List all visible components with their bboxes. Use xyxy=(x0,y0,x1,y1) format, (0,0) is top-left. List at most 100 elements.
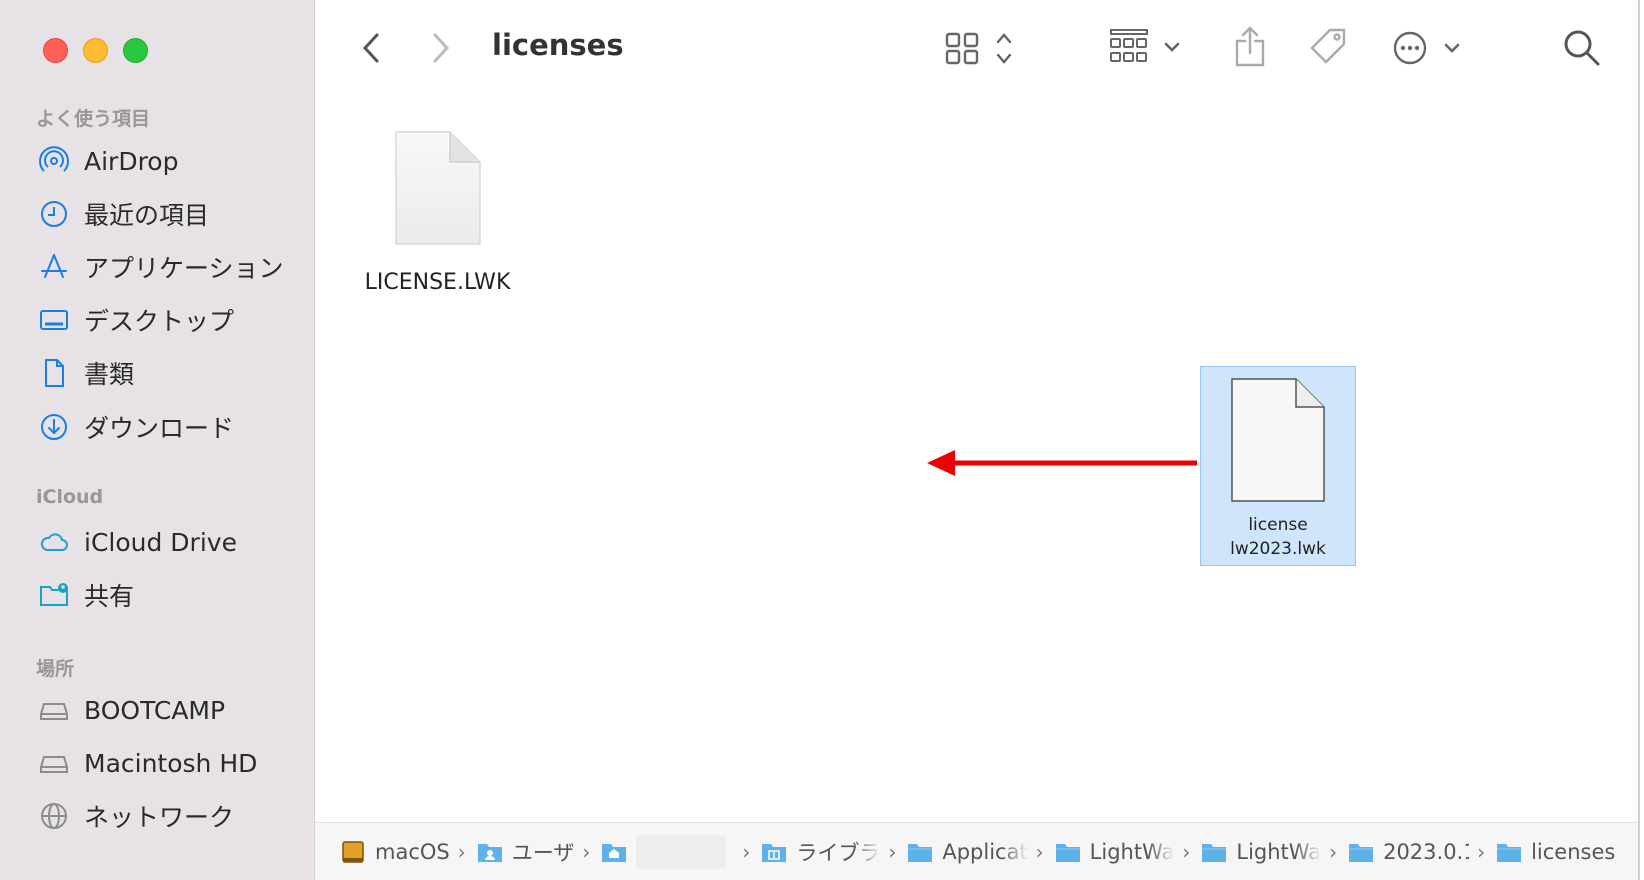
search-icon xyxy=(1564,30,1600,66)
finder-window: よく使う項目 AirDrop 最近の項目 アプリケーション デスクトップ 書類 … xyxy=(0,0,1640,880)
file-name-line: license xyxy=(1248,515,1308,535)
home-folder-icon xyxy=(602,843,627,862)
chevron-right-icon: › xyxy=(1477,839,1486,864)
sidebar-item-network[interactable]: ネットワーク xyxy=(36,793,306,839)
path-bar: macOS › ユーザ › › ライブラ › Applicat › LightW… xyxy=(315,822,1638,880)
sidebar-item-label: AirDrop xyxy=(84,146,179,176)
toolbar: licenses xyxy=(315,0,1638,100)
applications-icon xyxy=(36,249,72,285)
path-item-label: LightWa xyxy=(1089,839,1175,864)
sidebar-item-label: BOOTCAMP xyxy=(84,695,226,725)
path-item[interactable]: LightWa xyxy=(1054,839,1175,864)
sidebar-item-macintosh-hd[interactable]: Macintosh HD xyxy=(36,740,306,786)
path-item[interactable] xyxy=(600,834,734,869)
sidebar-item-label: デスクトップ xyxy=(84,307,235,336)
cloud-icon xyxy=(36,524,72,560)
tag-button[interactable] xyxy=(1307,24,1351,70)
chevron-right-icon: › xyxy=(582,839,591,864)
file-name: LICENSE.LWK xyxy=(364,270,511,295)
path-item[interactable]: ユーザ xyxy=(476,837,575,867)
sidebar-item-label: 最近の項目 xyxy=(84,201,210,230)
locations-section-label: 場所 xyxy=(36,658,75,680)
close-button[interactable] xyxy=(43,38,68,63)
download-icon xyxy=(36,409,72,445)
sidebar-item-applications[interactable]: アプリケーション xyxy=(36,244,306,290)
chevron-down-icon xyxy=(1444,43,1460,53)
minimize-button[interactable] xyxy=(83,38,108,63)
icloud-section-label: iCloud xyxy=(36,486,104,508)
drive-icon xyxy=(36,692,72,728)
back-button[interactable] xyxy=(355,30,387,66)
forward-button[interactable] xyxy=(425,30,457,66)
sidebar-item-icloud-drive[interactable]: iCloud Drive xyxy=(36,519,306,565)
path-item-label: macOS xyxy=(375,839,450,864)
sidebar-item-label: iCloud Drive xyxy=(84,527,237,557)
folder-icon xyxy=(908,843,933,862)
path-item[interactable]: Applicat xyxy=(906,839,1028,864)
drive-icon xyxy=(36,745,72,781)
shared-folder-icon xyxy=(36,577,72,613)
path-item-label: ライブラ xyxy=(796,840,881,865)
path-item-label: Applicat xyxy=(942,839,1028,864)
file-name-line: lw2023.lwk xyxy=(1230,539,1326,559)
disk-icon xyxy=(342,840,364,863)
sidebar-item-shared[interactable]: 共有 xyxy=(36,572,306,618)
sidebar-item-label: ネットワーク xyxy=(84,803,235,832)
generic-document-icon xyxy=(1231,378,1325,502)
chevron-right-icon: › xyxy=(1182,839,1191,864)
file-item-selected[interactable]: license lw2023.lwk xyxy=(1200,366,1356,566)
document-icon xyxy=(36,355,72,391)
zoom-button[interactable] xyxy=(123,38,148,63)
share-button[interactable] xyxy=(1230,24,1270,70)
window-title: licenses xyxy=(492,28,624,62)
path-item-label: ユーザ xyxy=(511,840,575,865)
file-item[interactable]: LICENSE.LWK xyxy=(355,130,520,295)
sidebar-item-label: 書類 xyxy=(84,360,135,389)
group-button[interactable] xyxy=(1108,26,1188,70)
search-button[interactable] xyxy=(1560,26,1604,70)
path-item[interactable]: 2023.0.1 xyxy=(1347,840,1469,864)
sidebar-item-label: 共有 xyxy=(84,582,135,611)
redacted-username xyxy=(636,834,727,869)
path-item[interactable]: licenses xyxy=(1495,840,1615,864)
sidebar-item-desktop[interactable]: デスクトップ xyxy=(36,297,306,343)
sidebar-item-airdrop[interactable]: AirDrop xyxy=(36,138,306,184)
sidebar-item-documents[interactable]: 書類 xyxy=(36,350,306,396)
desktop-icon xyxy=(36,302,72,338)
chevron-down-icon xyxy=(1164,42,1180,52)
chevron-right-icon: › xyxy=(457,839,466,864)
users-folder-icon xyxy=(477,843,502,862)
path-item[interactable]: LightWa xyxy=(1200,840,1321,864)
path-item-label: LightWa xyxy=(1236,839,1322,864)
path-item[interactable]: ライブラ xyxy=(760,837,880,867)
ellipsis-circle-icon xyxy=(1393,31,1427,65)
file-browser: LICENSE.LWK license lw2023.lwk xyxy=(315,100,1638,822)
chevron-right-icon: › xyxy=(1329,839,1338,864)
more-actions-button[interactable] xyxy=(1390,26,1470,70)
chevron-right-icon xyxy=(433,33,450,63)
folder-icon xyxy=(1055,843,1080,862)
network-icon xyxy=(36,798,72,834)
share-icon xyxy=(1235,26,1265,67)
folder-icon xyxy=(1202,843,1227,862)
window-controls xyxy=(43,38,148,63)
red-arrow-annotation xyxy=(927,450,1197,476)
chevron-right-icon: › xyxy=(888,839,897,864)
group-icon xyxy=(1110,29,1148,62)
folder-icon xyxy=(1497,843,1522,862)
chevron-right-icon: › xyxy=(742,839,751,864)
view-mode-button[interactable] xyxy=(943,28,1023,68)
sidebar-item-downloads[interactable]: ダウンロード xyxy=(36,404,306,450)
chevron-right-icon: › xyxy=(1035,839,1044,864)
updown-chevron-icon xyxy=(996,33,1012,64)
sidebar-item-recents[interactable]: 最近の項目 xyxy=(36,191,306,237)
sidebar-item-label: アプリケーション xyxy=(84,254,284,283)
path-item[interactable]: macOS xyxy=(339,840,450,864)
airdrop-icon xyxy=(36,143,72,179)
path-item-label: licenses xyxy=(1531,839,1616,864)
clock-icon xyxy=(36,196,72,232)
sidebar-item-bootcamp[interactable]: BOOTCAMP xyxy=(36,687,306,733)
sidebar: よく使う項目 AirDrop 最近の項目 アプリケーション デスクトップ 書類 … xyxy=(0,0,315,880)
chevron-left-icon xyxy=(362,33,379,63)
path-item-label: 2023.0.1 xyxy=(1383,839,1470,864)
